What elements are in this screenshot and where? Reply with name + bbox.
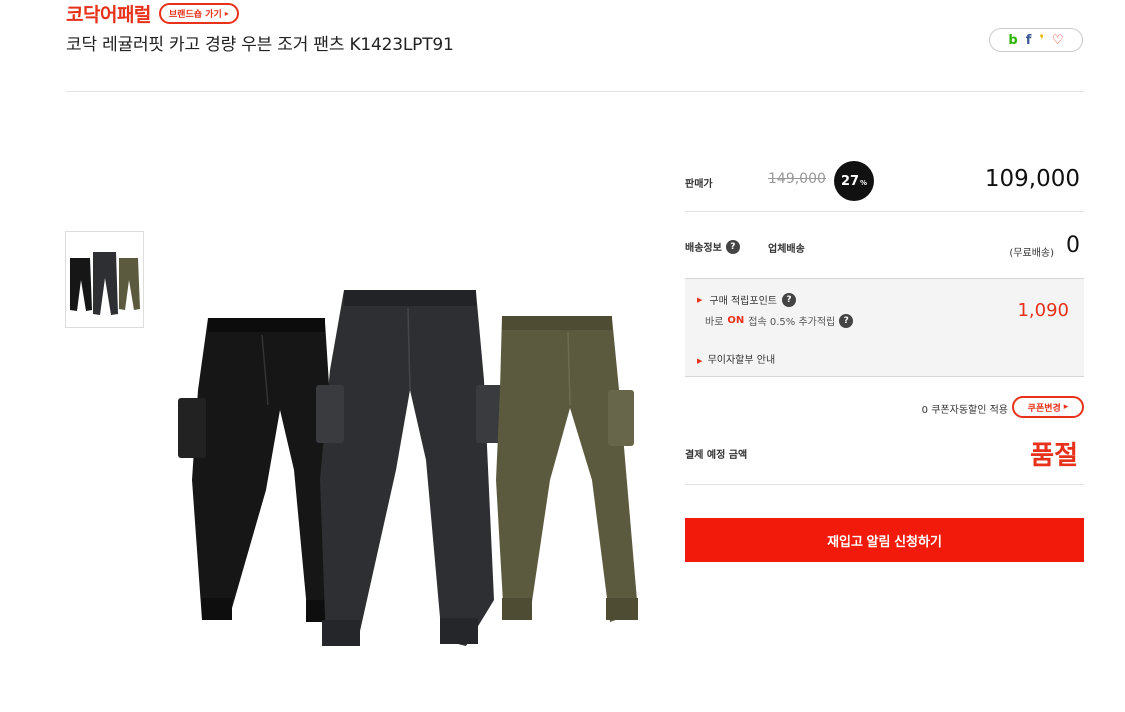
triangle-bullet-icon: ▶ <box>697 295 703 304</box>
coupon-text: 0 쿠폰자동할인 적용 <box>921 405 1008 416</box>
kakao-icon[interactable]: ❜ <box>1039 34 1044 47</box>
payment-row: 결제 예정 금액 품절 <box>685 421 1084 485</box>
original-price: 149,000 <box>768 171 826 187</box>
coupon-row: 0 쿠폰자동할인 적용 쿠폰변경 ▸ <box>685 393 1084 421</box>
blog-icon[interactable]: b <box>1008 34 1017 47</box>
restock-alert-button[interactable]: 재입고 알림 신청하기 <box>685 518 1084 562</box>
points-value: 1,090 <box>1017 300 1069 321</box>
purchase-points-label: 구매 적립포인트 <box>709 296 777 307</box>
shipping-label-group: 배송정보 ? <box>685 239 740 254</box>
discount-unit: % <box>860 178 868 187</box>
chevron-right-icon: ▸ <box>224 8 229 18</box>
purchase-points-line: ▶ 구매 적립포인트 ? <box>697 292 796 307</box>
shipping-label: 배송정보 <box>685 243 722 254</box>
free-shipping-label: (무료배송) <box>1009 248 1054 259</box>
thumb-pants-olive <box>119 258 140 310</box>
baro-on-line: 바로 ON 접속 0.5% 추가적립 ? <box>705 313 854 328</box>
coupon-change-button[interactable]: 쿠폰변경 ▸ <box>1012 396 1084 418</box>
facebook-icon[interactable]: f <box>1026 34 1032 47</box>
brand-row: 코닥어패럴 브랜드숍 가기 ▸ <box>66 0 239 26</box>
brand-name[interactable]: 코닥어패럴 <box>66 0 151 27</box>
share-box: b f ❜ ♡ <box>989 28 1083 52</box>
pants-black <box>178 318 340 622</box>
payment-label: 결제 예정 금액 <box>685 450 748 461</box>
thumb-pants-charcoal <box>93 252 118 315</box>
triangle-bullet-icon: ▶ <box>697 357 703 365</box>
help-icon[interactable]: ? <box>839 313 854 328</box>
discount-badge: 27% <box>834 161 874 201</box>
price-label: 판매가 <box>685 179 713 190</box>
baro-prefix: 바로 <box>705 317 724 328</box>
interest-free-label: 무이자할부 안내 <box>707 355 776 366</box>
header-divider <box>66 91 1084 92</box>
points-box: ▶ 구매 적립포인트 ? 바로 ON 접속 0.5% 추가적립 ? ▶ 무이자할부… <box>685 279 1084 377</box>
shipping-cost: 0 <box>1066 233 1080 258</box>
sold-out-status: 품절 <box>1030 441 1078 471</box>
pants-olive <box>496 316 638 622</box>
brand-shop-button[interactable]: 브랜드숍 가기 ▸ <box>158 2 239 24</box>
discount-value: 27 <box>840 173 860 189</box>
help-icon[interactable]: ? <box>725 239 740 254</box>
shipping-row: 배송정보 ? 업체배송 (무료배송) 0 <box>685 213 1084 279</box>
sale-price: 109,000 <box>984 166 1080 192</box>
product-title: 코닥 레귤러핏 카고 경량 우븐 조거 팬츠 K1423LPT91 <box>66 35 454 55</box>
price-row: 판매가 149,000 27% 109,000 <box>685 150 1084 212</box>
shipping-method: 업체배송 <box>768 244 805 255</box>
chevron-right-icon: ▸ <box>1063 402 1069 412</box>
help-icon[interactable]: ? <box>781 292 796 307</box>
pants-charcoal <box>316 290 504 646</box>
product-thumbnail[interactable] <box>65 231 144 328</box>
thumb-pants-black <box>70 258 92 311</box>
baro-on: ON <box>727 315 745 326</box>
heart-icon[interactable]: ♡ <box>1052 34 1064 47</box>
product-main-image <box>170 280 650 660</box>
brand-shop-label: 브랜드숍 가기 <box>168 9 222 20</box>
coupon-change-label: 쿠폰변경 <box>1027 403 1061 414</box>
interest-free-link[interactable]: ▶ 무이자할부 안내 <box>697 351 775 366</box>
baro-suffix: 접속 0.5% 추가적립 <box>748 317 836 328</box>
